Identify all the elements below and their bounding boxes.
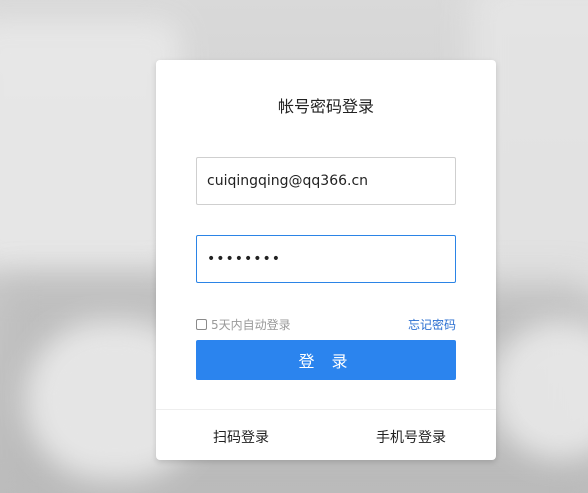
username-input[interactable] <box>196 157 456 205</box>
login-title: 帐号密码登录 <box>277 97 374 116</box>
qr-login-link[interactable]: 扫码登录 <box>213 427 269 447</box>
password-input[interactable] <box>196 235 456 283</box>
remember-checkbox[interactable] <box>196 319 207 330</box>
forgot-password-link[interactable]: 忘记密码 <box>408 316 456 333</box>
divider <box>156 409 496 410</box>
remember-label: 5天内自动登录 <box>211 318 291 332</box>
login-button[interactable]: 登 录 <box>196 340 456 380</box>
remember-me[interactable]: 5天内自动登录 <box>196 316 291 333</box>
background-blur-shape <box>0 20 180 270</box>
phone-login-link[interactable]: 手机号登录 <box>376 427 446 447</box>
login-card: 帐号密码登录 5天内自动登录 忘记密码 登 录 扫码登录 手机号登录 <box>156 60 496 460</box>
